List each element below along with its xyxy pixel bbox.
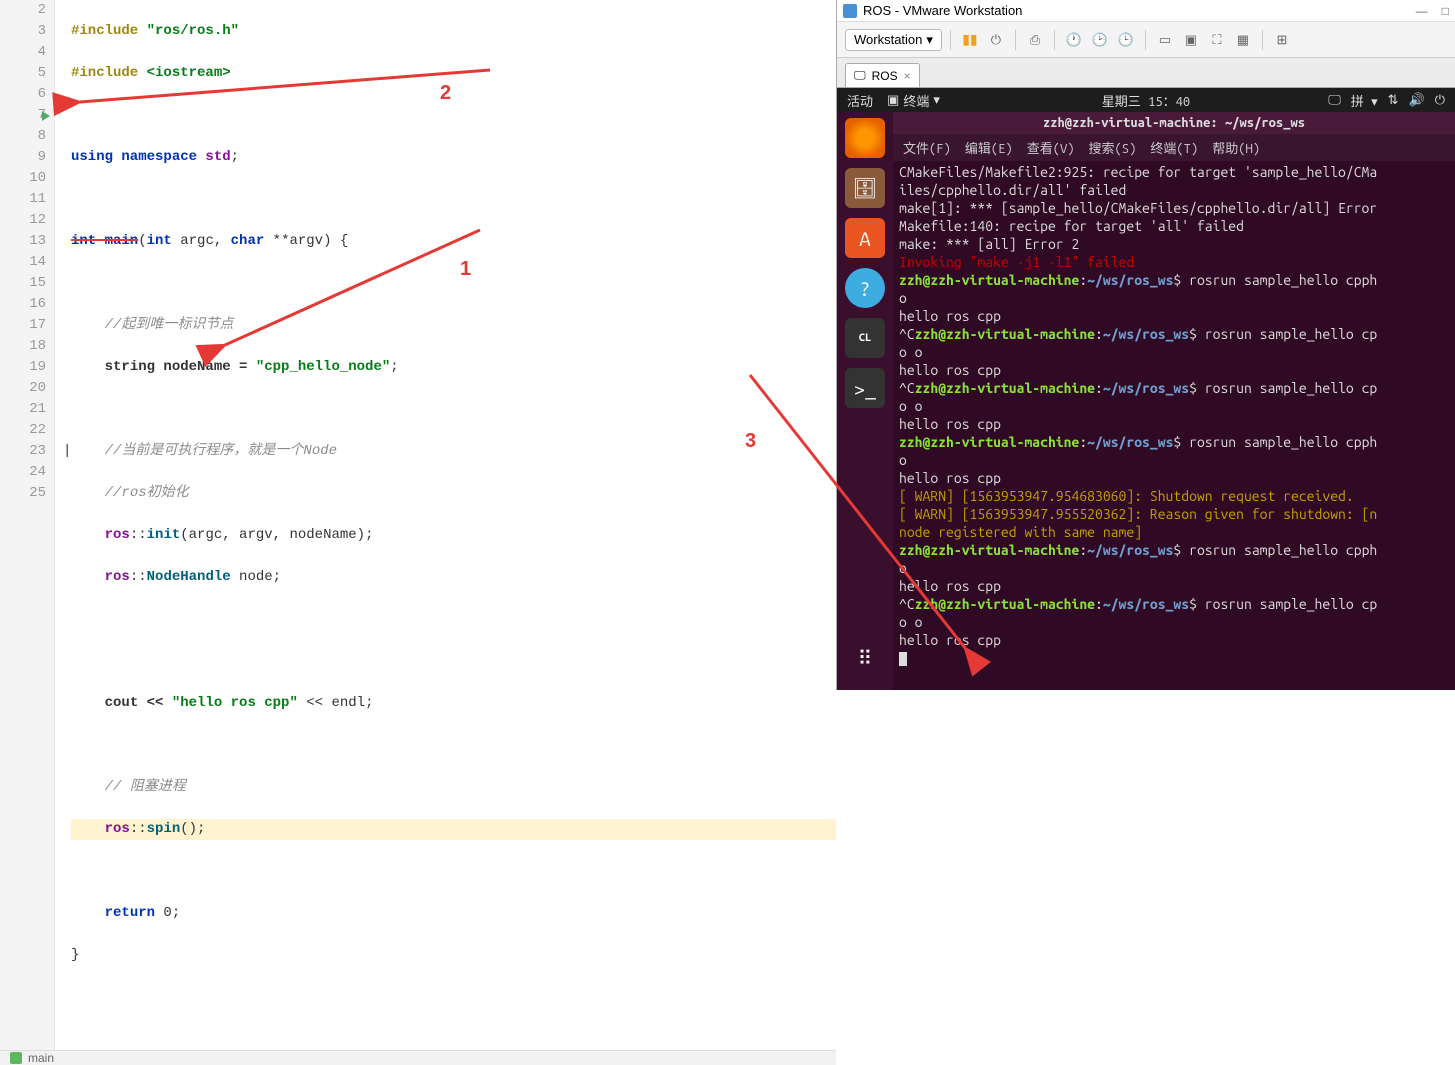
minimize-button[interactable]: —: [1416, 4, 1428, 18]
firefox-icon[interactable]: [845, 118, 885, 158]
help-icon[interactable]: ?: [845, 268, 885, 308]
menu-terminal[interactable]: 终端(T): [1150, 138, 1198, 157]
run-gutter-icon[interactable]: [42, 111, 50, 121]
ime-indicator[interactable]: 拼 ▾: [1351, 91, 1378, 110]
line-num: 18: [0, 336, 46, 357]
line-num: 24: [0, 462, 46, 483]
terminal-title: zzh@zzh-virtual-machine: ~/ws/ros_ws: [893, 112, 1455, 134]
code-text[interactable]: #include "ros/ros.h" #include <iostream>…: [55, 0, 836, 1050]
vmware-icon: [843, 4, 857, 18]
line-num: 12: [0, 210, 46, 231]
line-num: 9: [0, 147, 46, 168]
line-num: 23: [0, 441, 46, 462]
close-tab-icon[interactable]: ×: [904, 69, 911, 83]
power-button[interactable]: ⏻: [985, 29, 1007, 51]
vm-tab-ros[interactable]: 🖵 ROS ×: [845, 63, 920, 87]
show-apps-icon[interactable]: ⠿: [858, 646, 873, 670]
view-full-icon[interactable]: ▣: [1180, 29, 1202, 51]
vmware-window: ROS - VMware Workstation — □ Workstation…: [836, 0, 1455, 690]
vmware-title: ROS - VMware Workstation: [863, 3, 1022, 18]
line-num: 21: [0, 399, 46, 420]
status-bar: main: [0, 1050, 836, 1065]
line-num[interactable]: 7: [0, 105, 46, 126]
status-context: main: [28, 1051, 54, 1065]
terminal-output[interactable]: CMakeFiles/Makefile2:925: recipe for tar…: [893, 161, 1455, 690]
line-num: 25: [0, 483, 46, 504]
code-editor-pane: 2 3 4 5 6 7 8 9 10 11 12 13 14 15 16 17 …: [0, 0, 836, 690]
menu-edit[interactable]: 编辑(E): [965, 138, 1013, 157]
line-num: 17: [0, 315, 46, 336]
line-num: 22: [0, 420, 46, 441]
menu-view[interactable]: 查看(V): [1027, 138, 1075, 157]
vmware-toolbar: Workstation ▾ ▮▮ ⏻ ⎙ 🕐 🕑 🕒 ▭ ▣ ⛶ ▦ ⊞: [837, 22, 1455, 58]
line-num: 8: [0, 126, 46, 147]
terminal-menubar[interactable]: 文件(F) 编辑(E) 查看(V) 搜索(S) 终端(T) 帮助(H): [893, 134, 1455, 161]
clion-icon[interactable]: CL: [845, 318, 885, 358]
power-icon[interactable]: ⏻: [1435, 93, 1445, 108]
line-num: 11: [0, 189, 46, 210]
terminal-launcher-icon[interactable]: >_: [845, 368, 885, 408]
ubuntu-topbar[interactable]: 活动 ▣ 终端 ▾ 星期三 15：40 🖵 拼 ▾ ⇅ 🔊 ⏻: [837, 88, 1455, 112]
vm-tab-icon: 🖵: [854, 68, 866, 83]
line-num: 4: [0, 42, 46, 63]
snap-take-icon[interactable]: 🕐: [1063, 29, 1085, 51]
menu-file[interactable]: 文件(F): [903, 138, 951, 157]
status-icon: [10, 1052, 22, 1064]
view-unity-icon[interactable]: ⛶: [1206, 29, 1228, 51]
workstation-menu[interactable]: Workstation ▾: [845, 29, 942, 51]
line-num: 19: [0, 357, 46, 378]
vmware-tabbar: 🖵 ROS ×: [837, 58, 1455, 88]
line-num: 6: [0, 84, 46, 105]
terminal-cursor: [899, 652, 907, 666]
code-area[interactable]: 2 3 4 5 6 7 8 9 10 11 12 13 14 15 16 17 …: [0, 0, 836, 1050]
view-fit-icon[interactable]: ▭: [1154, 29, 1176, 51]
ubuntu-launcher: 🗄 A ? CL >_ ⠿: [837, 88, 893, 690]
files-icon[interactable]: 🗄: [845, 168, 885, 208]
view-thumb-icon[interactable]: ▦: [1232, 29, 1254, 51]
active-app[interactable]: ▣ 终端 ▾: [887, 91, 940, 110]
line-num: 13: [0, 231, 46, 252]
terminal-window: zzh@zzh-virtual-machine: ~/ws/ros_ws 文件(…: [893, 88, 1455, 690]
network-icon[interactable]: ⇅: [1388, 93, 1399, 108]
line-num: 3: [0, 21, 46, 42]
chevron-down-icon: ▾: [926, 32, 933, 48]
clock[interactable]: 星期三 15：40: [1102, 91, 1190, 110]
menu-help[interactable]: 帮助(H): [1212, 138, 1260, 157]
snapshot-button[interactable]: ⎙: [1024, 29, 1046, 51]
line-num: 2: [0, 0, 46, 21]
line-num: 5: [0, 63, 46, 84]
menu-search[interactable]: 搜索(S): [1089, 138, 1137, 157]
software-center-icon[interactable]: A: [845, 218, 885, 258]
volume-icon[interactable]: 🔊: [1409, 93, 1425, 108]
activities-button[interactable]: 活动: [847, 91, 873, 110]
maximize-button[interactable]: □: [1442, 4, 1449, 18]
screen-icon[interactable]: 🖵: [1328, 93, 1341, 108]
view-last-icon[interactable]: ⊞: [1271, 29, 1293, 51]
line-gutter: 2 3 4 5 6 7 8 9 10 11 12 13 14 15 16 17 …: [0, 0, 55, 1050]
line-num: 16: [0, 294, 46, 315]
terminal-app-icon: ▣: [887, 93, 899, 108]
snap-revert-icon[interactable]: 🕑: [1089, 29, 1111, 51]
pause-button[interactable]: ▮▮: [959, 29, 981, 51]
line-num: 20: [0, 378, 46, 399]
vmware-titlebar[interactable]: ROS - VMware Workstation — □: [837, 0, 1455, 22]
chevron-down-icon: ▾: [933, 93, 940, 108]
line-num: 14: [0, 252, 46, 273]
snap-manage-icon[interactable]: 🕒: [1115, 29, 1137, 51]
line-num: 15: [0, 273, 46, 294]
line-num: 10: [0, 168, 46, 189]
ubuntu-desktop: 活动 ▣ 终端 ▾ 星期三 15：40 🖵 拼 ▾ ⇅ 🔊 ⏻ 🗄 A ? CL…: [837, 88, 1455, 690]
